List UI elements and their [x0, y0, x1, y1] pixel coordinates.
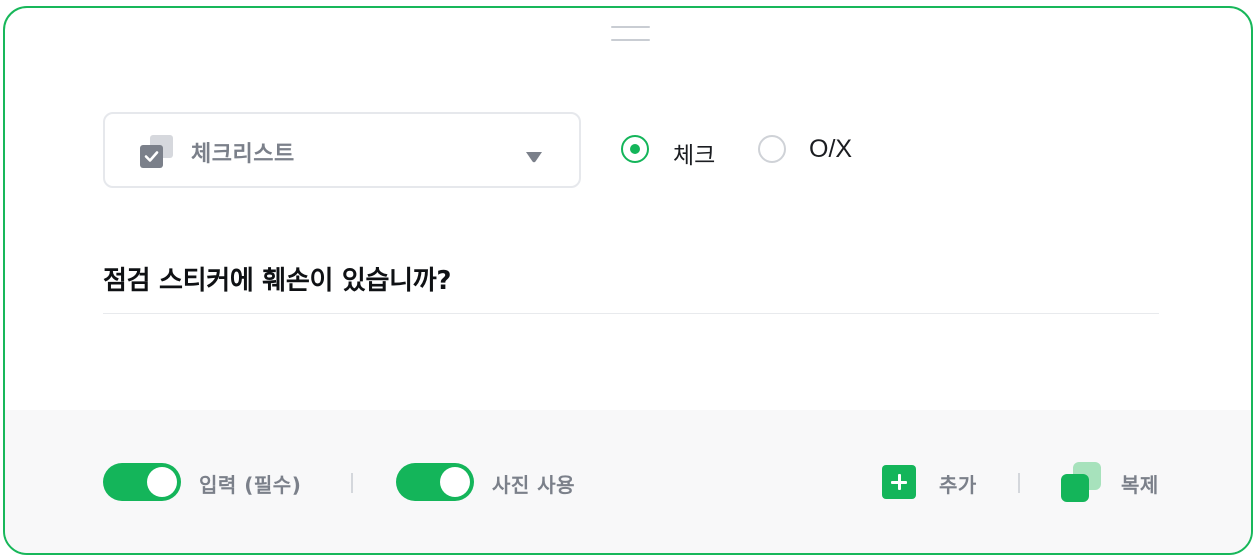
radio-unselected-icon [758, 135, 786, 163]
toggle-knob [147, 467, 177, 497]
photo-toggle-label: 사진 사용 [492, 473, 576, 497]
required-toggle-label: 입력 (필수) [199, 473, 302, 497]
toggle-knob [440, 467, 470, 497]
add-button-label: 추가 [939, 473, 977, 497]
drag-handle-bar [611, 39, 650, 41]
answer-style-ox-radio[interactable]: O/X [758, 135, 868, 169]
answer-style-check-radio[interactable]: 체크 [621, 135, 731, 169]
plus-icon [882, 465, 916, 499]
duplicate-button-label: 복제 [1121, 473, 1159, 497]
duplicate-button[interactable]: 복제 [1061, 462, 1161, 502]
drag-handle-bar [611, 26, 650, 28]
footer-divider [351, 473, 353, 493]
required-toggle[interactable] [103, 463, 181, 501]
footer-divider [1018, 473, 1020, 493]
checklist-item-card: 체크리스트 체크 O/X 점검 스티커에 훼손이 있습니까? 입력 (필수) 사… [3, 6, 1253, 555]
card-footer: 입력 (필수) 사진 사용 추가 복제 [5, 410, 1251, 553]
answer-style-ox-label: O/X [809, 135, 853, 163]
photo-toggle[interactable] [396, 463, 474, 501]
question-type-label: 체크리스트 [191, 142, 295, 167]
add-button[interactable]: 추가 [882, 463, 982, 501]
radio-selected-icon [621, 135, 649, 163]
caret-down-icon [525, 148, 543, 163]
question-type-select[interactable]: 체크리스트 [103, 112, 581, 188]
drag-handle[interactable] [611, 25, 650, 42]
checklist-icon [140, 135, 174, 169]
answer-style-check-label: 체크 [673, 143, 716, 169]
question-underline [103, 313, 1159, 314]
question-text[interactable]: 점검 스티커에 훼손이 있습니까? [103, 260, 451, 297]
